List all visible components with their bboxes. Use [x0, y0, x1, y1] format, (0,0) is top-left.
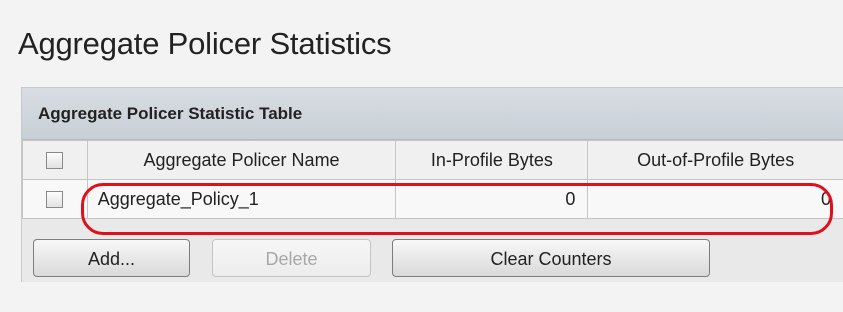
clear-counters-button[interactable]: Clear Counters — [392, 239, 710, 277]
table-caption-bar: Aggregate Policer Statistic Table — [22, 88, 843, 140]
page: Aggregate Policer Statistics Aggregate P… — [0, 0, 843, 312]
select-all-checkbox[interactable] — [46, 152, 64, 170]
delete-button[interactable]: Delete — [212, 239, 371, 277]
row-highlight-annotation — [81, 183, 833, 235]
select-all-cell — [22, 140, 88, 180]
column-header-name[interactable]: Aggregate Policer Name — [86, 140, 397, 180]
row-select-checkbox[interactable] — [46, 191, 64, 209]
table-caption: Aggregate Policer Statistic Table — [38, 104, 303, 123]
add-button[interactable]: Add... — [33, 239, 190, 277]
column-header-in-profile-bytes[interactable]: In-Profile Bytes — [395, 140, 589, 180]
row-select-cell — [22, 179, 88, 219]
column-header-out-of-profile-bytes[interactable]: Out-of-Profile Bytes — [587, 140, 843, 180]
table-header-row: Aggregate Policer Name In-Profile Bytes … — [22, 140, 843, 180]
page-title: Aggregate Policer Statistics — [18, 26, 392, 61]
